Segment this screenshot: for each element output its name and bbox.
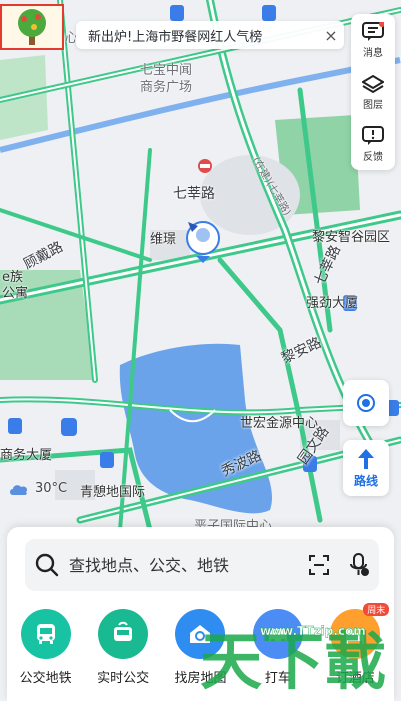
weather-temp: 30°C: [35, 481, 68, 496]
metro-label[interactable]: 七莘路: [173, 183, 215, 203]
poi-shangwu[interactable]: 商务大厦: [0, 444, 52, 463]
hotel-icon: [330, 609, 381, 659]
quick-label: 订酒店: [335, 671, 375, 686]
quick-label: 实时公交: [97, 671, 150, 686]
bus-icon: [20, 609, 71, 659]
quick-actions: 公交地铁 实时公交 找房地图 打车 周末 订酒店: [7, 603, 394, 686]
feedback-icon: [362, 125, 384, 145]
close-icon[interactable]: ×: [318, 26, 344, 45]
weekend-badge: 周末: [363, 603, 390, 616]
messages-button[interactable]: 消息: [351, 14, 395, 66]
quick-bus-metro[interactable]: 公交地铁: [8, 609, 84, 686]
quick-label: 公交地铁: [19, 671, 72, 686]
quick-label: 打车: [264, 671, 291, 686]
poi-weipu[interactable]: 维璟: [150, 228, 176, 247]
poi-jingxiu[interactable]: 青憩地国际: [80, 481, 145, 500]
scan-icon[interactable]: [299, 554, 339, 576]
search-bar[interactable]: [25, 539, 379, 591]
locate-button[interactable]: [343, 380, 389, 426]
poi-plaza: 七宝中闻 商务广场: [140, 63, 193, 95]
feedback-button[interactable]: 反馈: [351, 118, 395, 170]
notice-text[interactable]: 新出炉!上海市野餐网红人气榜: [76, 26, 318, 45]
quick-hotel[interactable]: 周末 订酒店: [317, 603, 393, 686]
layers-button[interactable]: 图层: [351, 66, 395, 118]
tree-avatar-icon: [18, 9, 46, 45]
route-button[interactable]: 路线: [343, 440, 389, 496]
quick-realtime-bus[interactable]: 实时公交: [85, 609, 161, 686]
search-icon[interactable]: [25, 553, 69, 577]
house-search-icon: [175, 609, 226, 659]
weather-widget[interactable]: 30°C: [8, 481, 67, 496]
quick-house-map[interactable]: 找房地图: [162, 609, 238, 686]
route-label: 路线: [353, 473, 378, 488]
taxi-icon: [252, 609, 303, 659]
message-icon: [362, 21, 384, 41]
quick-label: 找房地图: [174, 671, 227, 686]
layers-label: 图层: [363, 99, 383, 111]
notice-banner[interactable]: 新出炉!上海市野餐网红人气榜 ×: [76, 21, 344, 49]
map-tools: 消息 图层 反馈: [351, 14, 395, 170]
realtime-bus-icon: [98, 609, 149, 659]
messages-label: 消息: [363, 47, 383, 59]
poi-qiangjin[interactable]: 强劲大厦: [306, 292, 358, 311]
bottom-panel: 公交地铁 实时公交 找房地图: [7, 527, 394, 701]
route-arrow-icon: [358, 448, 374, 469]
cloud-icon: [10, 484, 28, 495]
feedback-label: 反馈: [363, 151, 383, 163]
poi-apartment[interactable]: e族 公寓: [2, 270, 28, 302]
layers-icon: [362, 74, 384, 93]
search-input[interactable]: [69, 555, 299, 575]
poi-liyuan[interactable]: 黎安智谷园区: [312, 226, 390, 245]
voice-mic-icon[interactable]: [339, 553, 379, 577]
quick-taxi[interactable]: 打车: [240, 609, 316, 686]
avatar[interactable]: [0, 4, 64, 50]
locate-icon: [357, 394, 375, 412]
poi-shihong[interactable]: 世宏金源中心: [240, 412, 318, 431]
